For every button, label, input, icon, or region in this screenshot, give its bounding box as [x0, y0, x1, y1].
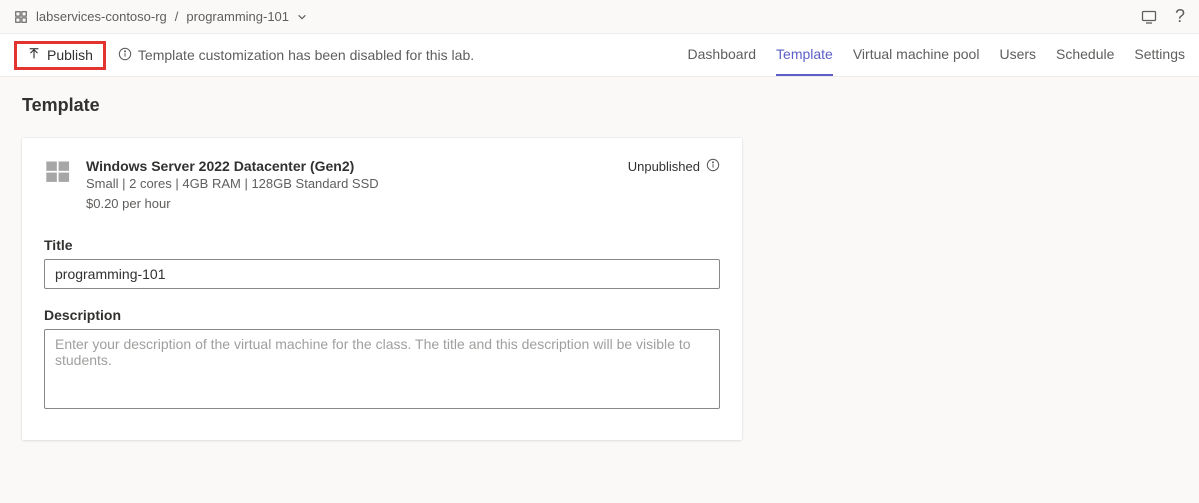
toolbar: Publish Template customization has been … — [0, 33, 1199, 77]
content-area: Template Windows Server 2022 Datacenter … — [0, 77, 1199, 458]
breadcrumb: labservices-contoso-rg / programming-101 — [14, 9, 307, 24]
info-message: Template customization has been disabled… — [118, 47, 474, 64]
monitor-icon[interactable] — [1141, 9, 1157, 25]
vm-name: Windows Server 2022 Datacenter (Gen2) — [86, 158, 614, 174]
chevron-down-icon[interactable] — [297, 12, 307, 22]
breadcrumb-current[interactable]: programming-101 — [186, 9, 289, 24]
vm-specs: Small | 2 cores | 4GB RAM | 128GB Standa… — [86, 174, 614, 194]
template-card: Windows Server 2022 Datacenter (Gen2) Sm… — [22, 138, 742, 440]
page-title: Template — [22, 95, 1177, 116]
vm-summary-row: Windows Server 2022 Datacenter (Gen2) Sm… — [44, 158, 720, 213]
breadcrumb-root[interactable]: labservices-contoso-rg — [36, 9, 167, 24]
tabs: Dashboard Template Virtual machine pool … — [688, 34, 1185, 76]
status-badge: Unpublished — [628, 158, 720, 175]
tab-settings[interactable]: Settings — [1134, 34, 1185, 76]
description-label: Description — [44, 307, 720, 323]
top-right-actions: ? — [1141, 6, 1185, 27]
top-bar: labservices-contoso-rg / programming-101… — [0, 0, 1199, 33]
description-input[interactable] — [44, 329, 720, 409]
tab-users[interactable]: Users — [999, 34, 1036, 76]
status-info-icon[interactable] — [706, 158, 720, 175]
resource-group-icon — [14, 10, 28, 24]
publish-button[interactable]: Publish — [14, 41, 106, 70]
vm-price: $0.20 per hour — [86, 194, 614, 214]
upload-icon — [27, 47, 41, 64]
help-icon[interactable]: ? — [1175, 6, 1185, 27]
title-label: Title — [44, 237, 720, 253]
status-text: Unpublished — [628, 159, 700, 174]
info-icon — [118, 47, 132, 64]
windows-icon — [44, 158, 72, 186]
tab-schedule[interactable]: Schedule — [1056, 34, 1114, 76]
title-input[interactable] — [44, 259, 720, 289]
tab-dashboard[interactable]: Dashboard — [688, 34, 757, 76]
tab-template[interactable]: Template — [776, 34, 833, 76]
info-text: Template customization has been disabled… — [138, 47, 474, 63]
tab-vmpool[interactable]: Virtual machine pool — [853, 34, 980, 76]
publish-label: Publish — [47, 47, 93, 63]
breadcrumb-separator: / — [175, 9, 179, 24]
